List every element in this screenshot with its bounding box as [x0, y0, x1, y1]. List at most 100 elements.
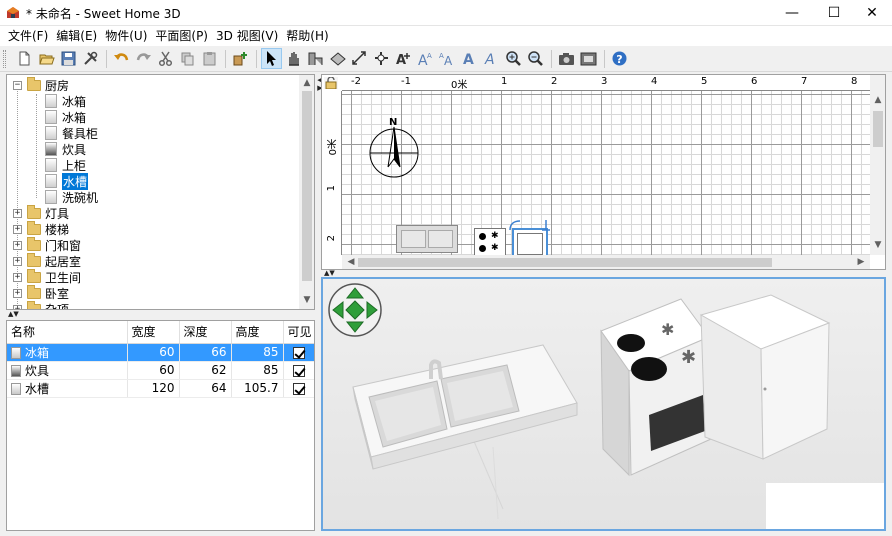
- catalog-item[interactable]: 餐具柜: [45, 125, 98, 141]
- catalog-item-selected[interactable]: 水槽: [45, 172, 89, 190]
- width-cell: 60: [127, 361, 180, 380]
- new-file-icon[interactable]: [14, 48, 35, 69]
- plan-refrigerator-selected[interactable]: [512, 228, 548, 258]
- cut-icon[interactable]: [155, 48, 176, 69]
- splitter-arrows-icon[interactable]: ▲▼: [324, 270, 335, 277]
- bold-text-icon[interactable]: A: [459, 48, 480, 69]
- table-row[interactable]: 水槽 120 64 105.7: [7, 379, 314, 398]
- paste-icon[interactable]: [199, 48, 220, 69]
- catalog-category-lights[interactable]: 灯具: [27, 204, 69, 221]
- maximize-button[interactable]: ☐: [814, 0, 854, 26]
- visible-checkbox[interactable]: [293, 346, 305, 359]
- plan-grid[interactable]: N ✱ ✱: [342, 91, 870, 258]
- category-expander[interactable]: +: [13, 225, 22, 234]
- scroll-right-arrow-icon[interactable]: ▶: [854, 257, 868, 267]
- catalog-category-bathroom[interactable]: 卫生间: [27, 268, 81, 285]
- scroll-up-arrow-icon[interactable]: ▲: [300, 78, 314, 88]
- scroll-down-arrow-icon[interactable]: ▼: [300, 295, 314, 305]
- minimize-button[interactable]: —: [772, 0, 812, 26]
- plan-view[interactable]: -2 -1 0米 1 2 3 4 5 6 7 8 0米 1 2 N ✱ ✱ ◀ …: [321, 74, 886, 270]
- italic-text-icon[interactable]: A: [481, 48, 502, 69]
- lock-base-plan-icon[interactable]: [324, 76, 338, 90]
- catalog-category-stairs[interactable]: 楼梯: [27, 220, 69, 237]
- svg-text:A: A: [484, 52, 495, 67]
- catalog-category-kitchen[interactable]: 厨房: [27, 76, 69, 93]
- category-expander[interactable]: +: [13, 289, 22, 298]
- plan-cooker[interactable]: ✱ ✱: [474, 228, 506, 256]
- select-mode-icon[interactable]: [261, 48, 282, 69]
- catalog-item[interactable]: 冰箱: [45, 109, 86, 125]
- open-folder-icon[interactable]: [36, 48, 57, 69]
- column-header-depth[interactable]: 深度: [179, 321, 232, 344]
- toolbar-separator: [106, 49, 107, 68]
- menu-furniture[interactable]: 物件(U): [101, 27, 151, 45]
- catalog-category-bedroom[interactable]: 卧室: [27, 284, 69, 301]
- preferences-icon[interactable]: [80, 48, 101, 69]
- column-header-width[interactable]: 宽度: [127, 321, 180, 344]
- splitter-arrows-icon[interactable]: ▲▼: [8, 311, 19, 318]
- redo-icon[interactable]: [133, 48, 154, 69]
- add-text-icon[interactable]: A: [393, 48, 414, 69]
- copy-icon[interactable]: [177, 48, 198, 69]
- save-icon[interactable]: [58, 48, 79, 69]
- column-header-height[interactable]: 高度: [231, 321, 284, 344]
- plan-sink[interactable]: [396, 225, 458, 253]
- create-photo-icon[interactable]: [556, 48, 577, 69]
- visible-checkbox[interactable]: [293, 382, 305, 395]
- toolbar-grip[interactable]: [3, 50, 6, 68]
- zoom-out-icon[interactable]: [525, 48, 546, 69]
- category-expander[interactable]: +: [13, 257, 22, 266]
- undo-icon[interactable]: [111, 48, 132, 69]
- scroll-left-arrow-icon[interactable]: ◀: [344, 257, 358, 267]
- column-header-visible[interactable]: 可见: [283, 321, 314, 344]
- plan-horizontal-scrollbar[interactable]: ◀ ▶: [342, 255, 870, 269]
- rotation-indicator-icon[interactable]: [506, 218, 554, 232]
- column-header-name[interactable]: 名称: [7, 321, 128, 344]
- catalog-category-misc[interactable]: 杂项: [27, 300, 69, 309]
- catalog-item[interactable]: 炊具: [45, 141, 86, 157]
- catalog-item[interactable]: 冰箱: [45, 93, 86, 109]
- create-walls-icon[interactable]: [305, 48, 326, 69]
- svg-text:A: A: [444, 54, 453, 67]
- catalog-scrollbar[interactable]: ▲ ▼: [299, 75, 314, 309]
- menu-edit[interactable]: 编辑(E): [52, 27, 101, 45]
- category-expander[interactable]: +: [13, 241, 22, 250]
- create-rooms-icon[interactable]: [327, 48, 348, 69]
- create-labels-icon[interactable]: [371, 48, 392, 69]
- create-video-icon[interactable]: [578, 48, 599, 69]
- help-icon[interactable]: ?: [609, 48, 630, 69]
- scroll-up-arrow-icon[interactable]: ▲: [871, 95, 885, 105]
- catalog-item[interactable]: 上柜: [45, 157, 86, 173]
- ruler-label: 8: [851, 76, 858, 87]
- depth-cell: 64: [179, 379, 232, 398]
- increase-text-icon[interactable]: AA: [415, 48, 436, 69]
- visible-checkbox[interactable]: [293, 364, 305, 377]
- visible-cell: [283, 343, 314, 362]
- menu-3d-view[interactable]: 3D 视图(V): [212, 27, 282, 45]
- zoom-in-icon[interactable]: [503, 48, 524, 69]
- menu-help[interactable]: 帮助(H): [282, 27, 332, 45]
- pan-mode-icon[interactable]: [283, 48, 304, 69]
- close-button[interactable]: ✕: [852, 0, 892, 26]
- catalog-item[interactable]: 洗碗机: [45, 189, 98, 205]
- menu-plan[interactable]: 平面图(P): [151, 27, 212, 45]
- scroll-down-arrow-icon[interactable]: ▼: [871, 240, 885, 250]
- category-expander[interactable]: +: [13, 209, 22, 218]
- category-expander[interactable]: −: [13, 81, 22, 90]
- add-furniture-icon[interactable]: [230, 48, 251, 69]
- category-expander[interactable]: +: [13, 273, 22, 282]
- scrollbar-thumb[interactable]: [873, 111, 883, 147]
- create-dimensions-icon[interactable]: [349, 48, 370, 69]
- 3d-view[interactable]: ✱ ✱: [321, 277, 886, 531]
- catalog-category-living-room[interactable]: 起居室: [27, 252, 81, 269]
- decrease-text-icon[interactable]: AA: [437, 48, 458, 69]
- scrollbar-thumb[interactable]: [302, 91, 312, 281]
- compass-rose[interactable]: N: [366, 117, 422, 179]
- window-title: * 未命名 - Sweet Home 3D: [26, 7, 181, 21]
- plan-vertical-scrollbar[interactable]: ▲ ▼: [870, 75, 885, 255]
- scrollbar-thumb[interactable]: [358, 258, 772, 267]
- table-row[interactable]: 冰箱 60 66 85: [7, 343, 314, 362]
- catalog-category-doors-windows[interactable]: 门和窗: [27, 236, 81, 253]
- table-row[interactable]: 炊具 60 62 85: [7, 361, 314, 380]
- menu-file[interactable]: 文件(F): [4, 27, 52, 45]
